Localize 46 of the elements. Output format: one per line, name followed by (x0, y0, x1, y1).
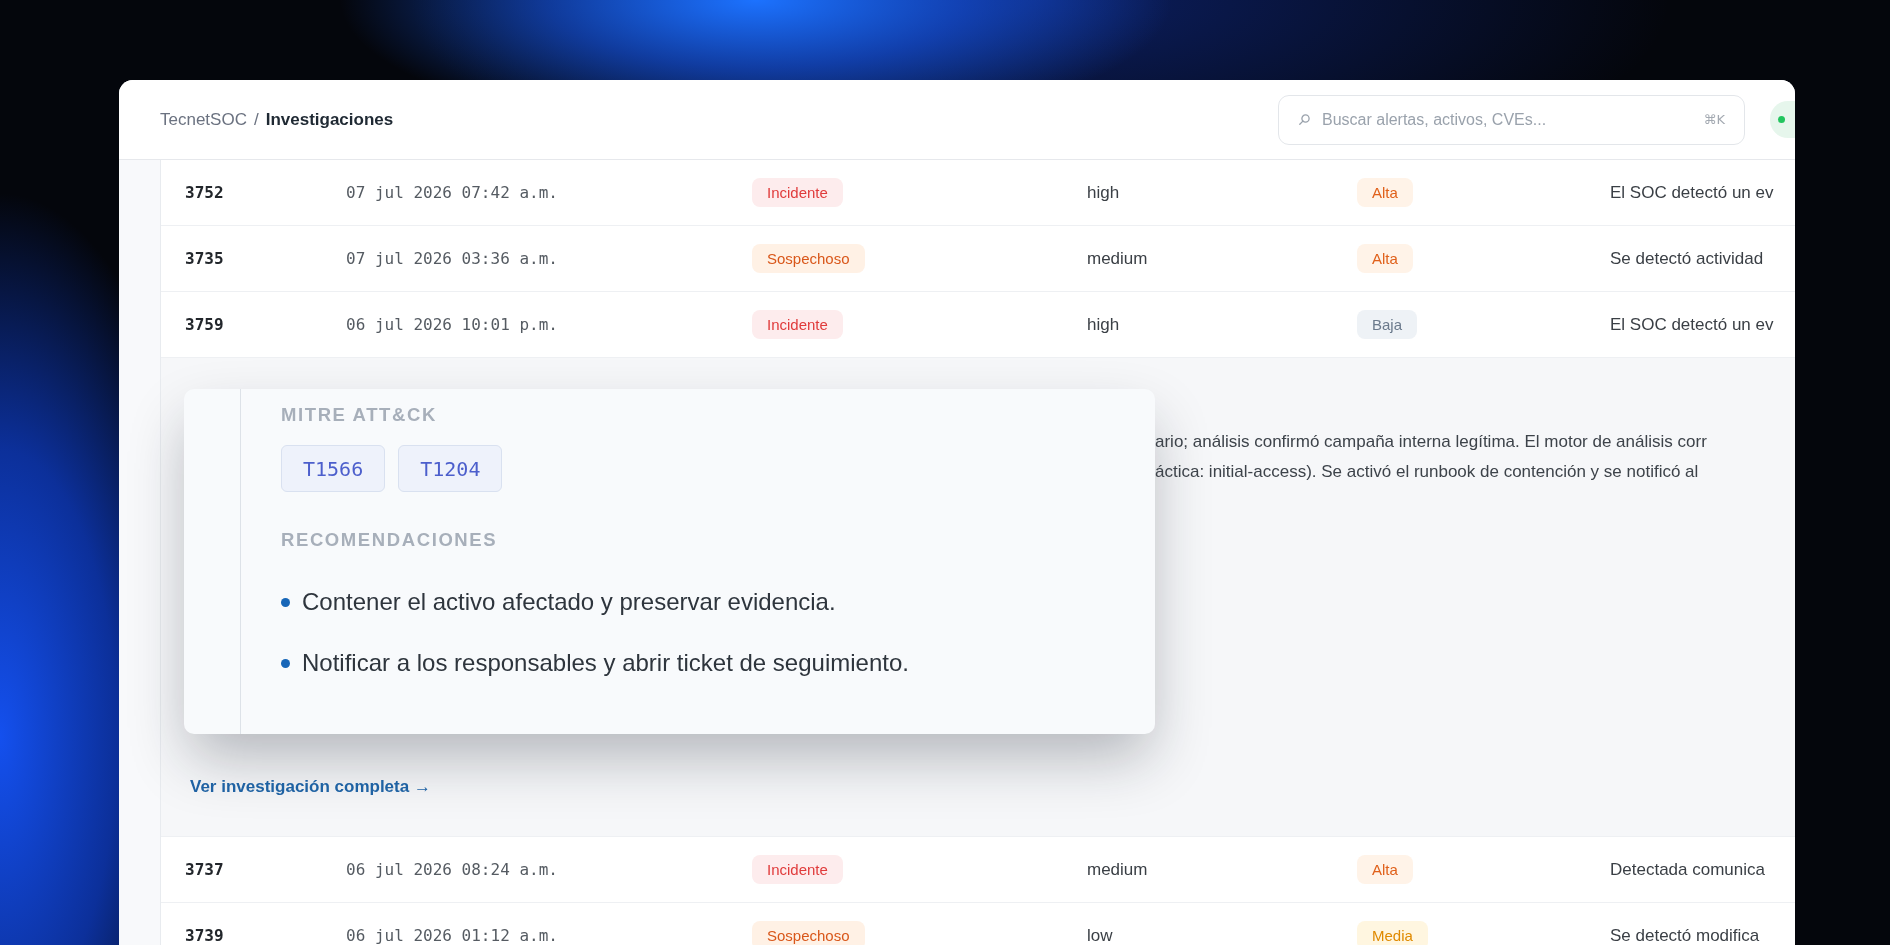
classification-badge: Incidente (752, 855, 843, 884)
breadcrumb-link[interactable]: TecnetSOC (160, 108, 247, 131)
classification-badge: Incidente (752, 310, 843, 339)
severity-text: medium (1087, 247, 1148, 270)
bullet-icon (281, 597, 290, 607)
technique-tag[interactable]: T1204 (398, 445, 503, 492)
section-label: MITRE ATT&CK (281, 403, 438, 427)
search-icon (1299, 113, 1310, 125)
investigation-id: 3737 (185, 858, 224, 881)
investigation-link[interactable]: Ver investigación completa → (190, 777, 431, 797)
investigation-id: 3735 (185, 247, 224, 270)
breadcrumb-separator: / (253, 108, 259, 131)
investigation-id: 3752 (185, 181, 224, 204)
priority-badge: Media (1357, 921, 1428, 945)
detail-text: áctica: initial-access). Se activó el runbook de contención y se notificó al (1155, 461, 1700, 483)
classification-badge: Sospechoso (752, 244, 865, 273)
severity-text: high (1087, 181, 1120, 204)
priority-badge: Alta (1357, 178, 1413, 207)
investigation-id: 3739 (185, 924, 224, 945)
shortcut-hint: ⌘K (1703, 111, 1725, 128)
classification-badge: Sospechoso (752, 921, 865, 945)
priority-badge: Baja (1357, 310, 1418, 339)
bullet-icon (281, 658, 290, 668)
technique-tag[interactable]: T1566 (281, 445, 386, 492)
investigation-id: 3759 (185, 313, 224, 336)
recommendation-text: Notificar a los responsables y abrir ticket de seguimiento. (302, 648, 909, 678)
date-text: 06 jul 2026 10:01 p.m. (346, 313, 558, 336)
date-text: 06 jul 2026 01:12 a.m. (346, 924, 558, 945)
priority-badge: Alta (1357, 855, 1413, 884)
date-text: 06 jul 2026 08:24 a.m. (346, 858, 558, 881)
summary-text: Se detectó actividad (1610, 247, 1764, 270)
detail-text: ario; análisis confirmó campaña interna legítima. El motor de análisis corr (1155, 431, 1707, 453)
summary-text: El SOC detectó un ev (1610, 313, 1774, 336)
section-label: RECOMENDACIONES (281, 528, 499, 552)
summary-text: Se detectó modifica (1610, 924, 1760, 945)
severity-text: medium (1087, 858, 1148, 881)
date-text: 07 jul 2026 07:42 a.m. (346, 181, 558, 204)
summary-text: Detectada comunica (1610, 858, 1765, 881)
breadcrumb-current: Investigaciones (265, 108, 394, 131)
severity-text: low (1087, 924, 1113, 945)
recommendation-text: Contener el activo afectado y preservar evidencia. (302, 587, 836, 617)
severity-text: high (1087, 313, 1120, 336)
summary-text: El SOC detectó un ev (1610, 181, 1774, 204)
date-text: 07 jul 2026 03:36 a.m. (346, 247, 558, 270)
priority-badge: Alta (1357, 244, 1413, 273)
classification-badge: Incidente (752, 178, 843, 207)
